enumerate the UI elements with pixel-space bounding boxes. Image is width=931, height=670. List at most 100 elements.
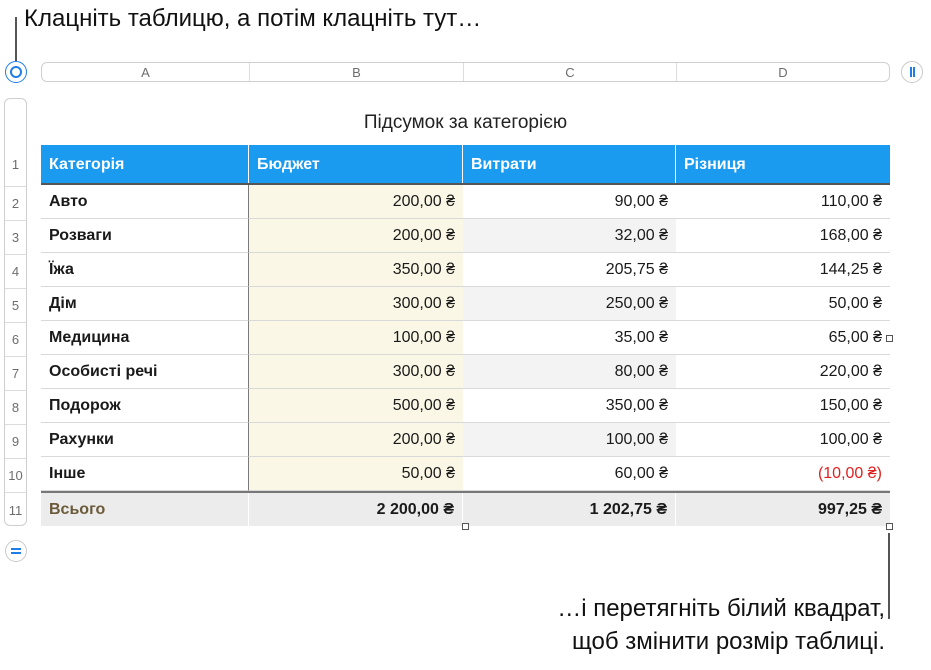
table-row: Подорож 500,00 ₴ 350,00 ₴ 150,00 ₴: [41, 389, 890, 423]
table-row: Їжа 350,00 ₴ 205,75 ₴ 144,25 ₴: [41, 253, 890, 287]
table-row: Рахунки 200,00 ₴ 100,00 ₴ 100,00 ₴: [41, 423, 890, 457]
difference-cell[interactable]: 220,00 ₴: [676, 355, 890, 389]
footer-top-rule: [41, 491, 890, 493]
row-divider: [5, 322, 26, 323]
row-header-5[interactable]: 5: [5, 298, 26, 313]
spent-cell[interactable]: 100,00 ₴: [463, 423, 676, 457]
row-header-bar: 1 2 3 4 5 6 7 8 9 10 11: [4, 98, 27, 526]
table-row: Інше 50,00 ₴ 60,00 ₴ (10,00 ₴): [41, 457, 890, 491]
footer-cell-difference-total[interactable]: 997,25 ₴: [676, 493, 890, 526]
row-divider: [5, 254, 26, 255]
row-header-7[interactable]: 7: [5, 366, 26, 381]
category-cell[interactable]: Розваги: [41, 219, 249, 253]
header-cell-category[interactable]: Категорія: [41, 145, 249, 184]
budget-cell[interactable]: 200,00 ₴: [249, 423, 463, 457]
spent-cell[interactable]: 80,00 ₴: [463, 355, 676, 389]
circle-icon: [10, 66, 22, 78]
budget-cell[interactable]: 350,00 ₴: [249, 253, 463, 287]
category-cell[interactable]: Інше: [41, 457, 249, 491]
spent-cell[interactable]: 32,00 ₴: [463, 219, 676, 253]
table-row: Розваги 200,00 ₴ 32,00 ₴ 168,00 ₴: [41, 219, 890, 253]
callout-bottom-leader: [888, 533, 890, 619]
row-header-8[interactable]: 8: [5, 400, 26, 415]
category-cell[interactable]: Рахунки: [41, 423, 249, 457]
table-row: Медицина 100,00 ₴ 35,00 ₴ 65,00 ₴: [41, 321, 890, 355]
spent-cell[interactable]: 205,75 ₴: [463, 253, 676, 287]
row-divider: [5, 288, 26, 289]
callout-top-leader: [15, 17, 17, 61]
header-cell-budget[interactable]: Бюджет: [249, 145, 463, 184]
budget-cell[interactable]: 100,00 ₴: [249, 321, 463, 355]
difference-cell[interactable]: 168,00 ₴: [676, 219, 890, 253]
footer-cell-total-label[interactable]: Всього: [41, 493, 249, 526]
row-handle-icon: [11, 548, 21, 554]
row-divider: [5, 186, 26, 187]
difference-cell[interactable]: 50,00 ₴: [676, 287, 890, 321]
column-header-d[interactable]: D: [677, 63, 889, 81]
budget-cell[interactable]: 300,00 ₴: [249, 355, 463, 389]
callout-top-text: Клацніть таблицю, а потім клацніть тут…: [24, 5, 482, 32]
row-divider: [5, 390, 26, 391]
budget-cell[interactable]: 500,00 ₴: [249, 389, 463, 423]
resize-handle-bottom[interactable]: [462, 523, 469, 530]
row-divider: [5, 492, 26, 493]
footer-cell-budget-total[interactable]: 2 200,00 ₴: [249, 493, 463, 526]
callout-bottom-line2: щоб змінити розмір таблиці.: [572, 628, 885, 655]
difference-cell[interactable]: 65,00 ₴: [676, 321, 890, 355]
row-header-10[interactable]: 10: [5, 468, 26, 483]
budget-cell[interactable]: 200,00 ₴: [249, 185, 463, 219]
add-row-handle[interactable]: [5, 540, 27, 562]
row-header-9[interactable]: 9: [5, 434, 26, 449]
column-header-b[interactable]: B: [250, 63, 464, 81]
table-footer-row: Всього 2 200,00 ₴ 1 202,75 ₴ 997,25 ₴: [41, 493, 890, 526]
difference-cell[interactable]: 150,00 ₴: [676, 389, 890, 423]
add-column-handle[interactable]: [901, 61, 923, 83]
spent-cell[interactable]: 250,00 ₴: [463, 287, 676, 321]
header-cell-spent[interactable]: Витрати: [463, 145, 676, 184]
table-row: Дім 300,00 ₴ 250,00 ₴ 50,00 ₴: [41, 287, 890, 321]
table-row: Особисті речі 300,00 ₴ 80,00 ₴ 220,00 ₴: [41, 355, 890, 389]
category-cell[interactable]: Медицина: [41, 321, 249, 355]
category-cell[interactable]: Авто: [41, 185, 249, 219]
row-header-4[interactable]: 4: [5, 264, 26, 279]
row-divider: [5, 220, 26, 221]
row-divider: [5, 458, 26, 459]
difference-cell-negative[interactable]: (10,00 ₴): [676, 457, 890, 491]
difference-cell[interactable]: 100,00 ₴: [676, 423, 890, 457]
table-row: Авто 200,00 ₴ 90,00 ₴ 110,00 ₴: [41, 185, 890, 219]
row-header-11[interactable]: 11: [5, 503, 26, 518]
row-divider: [5, 424, 26, 425]
column-header-c[interactable]: C: [464, 63, 677, 81]
table-title[interactable]: Підсумок за категорією: [41, 112, 890, 134]
select-table-button[interactable]: [5, 61, 27, 83]
spent-cell[interactable]: 90,00 ₴: [463, 185, 676, 219]
row-header-3[interactable]: 3: [5, 230, 26, 245]
header-bottom-rule: [41, 183, 890, 185]
callout-bottom-line1: …і перетягніть білий квадрат,: [557, 595, 885, 622]
table-header-row: Категорія Бюджет Витрати Різниця: [41, 145, 890, 184]
spent-cell[interactable]: 60,00 ₴: [463, 457, 676, 491]
budget-cell[interactable]: 50,00 ₴: [249, 457, 463, 491]
resize-handle-right[interactable]: [886, 335, 893, 342]
difference-cell[interactable]: 110,00 ₴: [676, 185, 890, 219]
footer-cell-spent-total[interactable]: 1 202,75 ₴: [463, 493, 676, 526]
header-cell-difference[interactable]: Різниця: [676, 145, 890, 184]
budget-cell[interactable]: 200,00 ₴: [249, 219, 463, 253]
row-header-1[interactable]: 1: [5, 157, 26, 172]
category-cell[interactable]: Особисті речі: [41, 355, 249, 389]
category-cell[interactable]: Дім: [41, 287, 249, 321]
category-cell[interactable]: Їжа: [41, 253, 249, 287]
difference-cell[interactable]: 144,25 ₴: [676, 253, 890, 287]
spent-cell[interactable]: 350,00 ₴: [463, 389, 676, 423]
resize-handle-corner[interactable]: [886, 523, 893, 530]
row-header-2[interactable]: 2: [5, 196, 26, 211]
column-handle-icon: [909, 67, 915, 77]
spent-cell[interactable]: 35,00 ₴: [463, 321, 676, 355]
column-header-a[interactable]: A: [42, 63, 250, 81]
callout-bottom-text: …і перетягніть білий квадрат, щоб змінит…: [557, 592, 885, 658]
row-divider: [5, 356, 26, 357]
budget-cell[interactable]: 300,00 ₴: [249, 287, 463, 321]
category-cell[interactable]: Подорож: [41, 389, 249, 423]
row-header-6[interactable]: 6: [5, 332, 26, 347]
column-header-bar: A B C D: [41, 62, 890, 82]
